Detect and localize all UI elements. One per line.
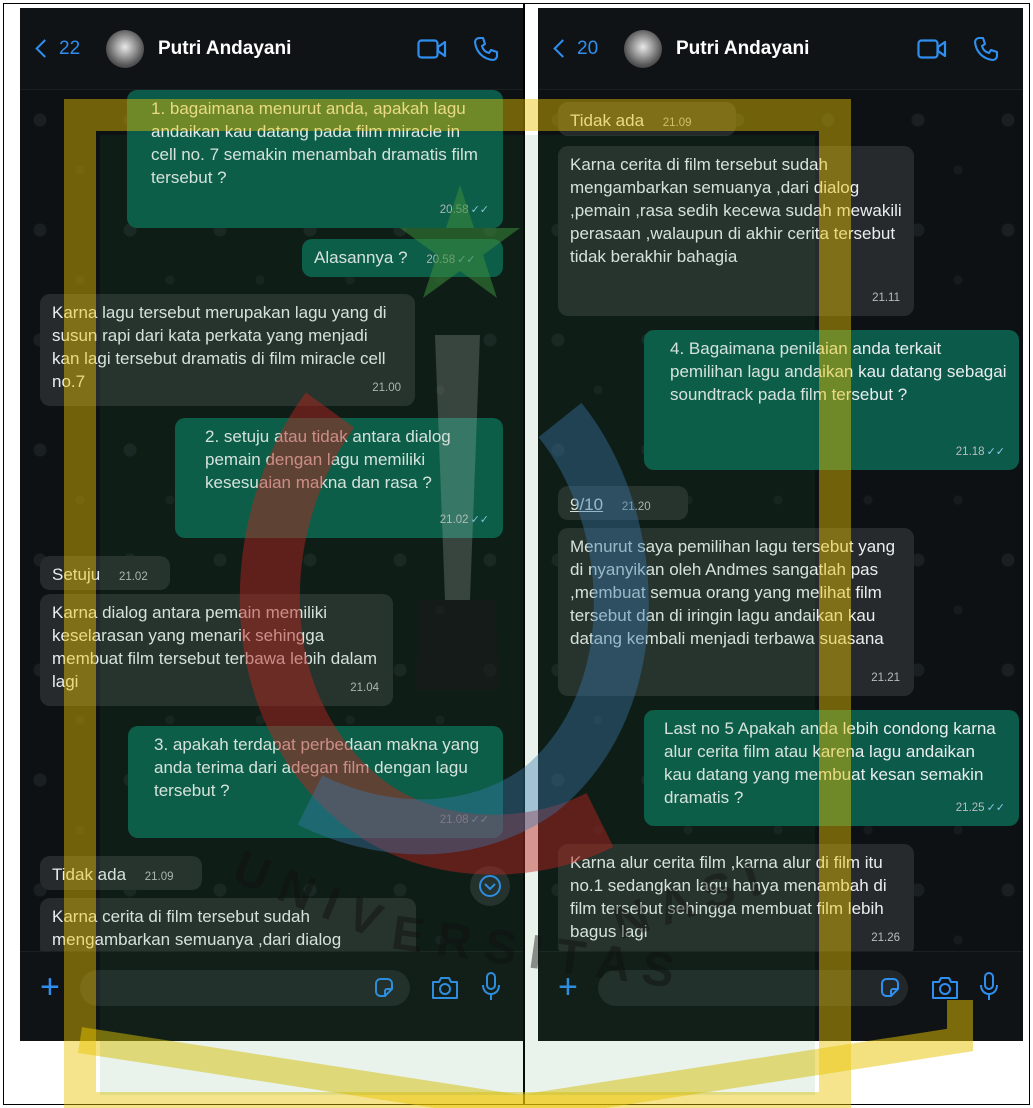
message-incoming[interactable]: Tidak ada 21.09 — [40, 856, 202, 890]
chat-header: 22 Putri Andayani — [20, 8, 523, 90]
scroll-down-button[interactable] — [470, 866, 510, 906]
voice-call-button[interactable] — [469, 32, 503, 66]
message-outgoing[interactable]: Last no 5 Apakah anda lebih condong karn… — [644, 710, 1019, 826]
chat-screenshot-left: 22 Putri Andayani 1. bagaimana menurut a… — [20, 8, 523, 1041]
message-incoming[interactable]: Tidak ada 21.09 — [558, 102, 736, 136]
avatar[interactable] — [106, 29, 144, 68]
column-divider — [523, 3, 525, 1105]
message-incoming[interactable]: Karna dialog antara pemain memiliki kese… — [40, 594, 393, 706]
attach-plus-icon[interactable]: + — [40, 970, 60, 1004]
microphone-icon[interactable] — [978, 971, 1000, 1003]
message-outgoing[interactable]: 2. setuju atau tidak antara dialog pemai… — [175, 418, 503, 538]
message-outgoing[interactable]: 1. bagaimana menurut anda, apakah lagu a… — [127, 90, 503, 228]
video-camera-icon — [417, 38, 447, 59]
chevron-down-icon — [479, 875, 501, 897]
message-outgoing[interactable]: 3. apakah terdapat perbedaan makna yang … — [128, 726, 503, 838]
voice-call-button[interactable] — [969, 32, 1003, 66]
message-incoming[interactable]: Karna cerita di film tersebut sudah meng… — [40, 898, 416, 958]
back-button[interactable]: 20 — [552, 38, 624, 60]
camera-icon[interactable] — [930, 974, 960, 1002]
chevron-left-icon — [35, 39, 54, 58]
phone-icon — [473, 36, 499, 61]
chat-body[interactable]: Tidak ada 21.09 Karna cerita di film ter… — [538, 90, 1023, 956]
message-incoming[interactable]: Karna cerita di film tersebut sudah meng… — [558, 146, 914, 316]
chat-input-bar: + — [20, 951, 523, 1041]
chat-screenshot-right: 20 Putri Andayani Tidak ada 21.09 Karna … — [538, 8, 1023, 1041]
message-input[interactable] — [598, 970, 908, 1006]
message-incoming[interactable]: Karna lagu tersebut merupakan lagu yang … — [40, 294, 415, 406]
unread-count: 20 — [577, 37, 599, 59]
video-call-button[interactable] — [415, 32, 449, 66]
phone-icon — [973, 36, 999, 61]
message-incoming[interactable]: Setuju 21.02 — [40, 556, 170, 590]
sticker-icon[interactable] — [878, 976, 902, 1000]
contact-name[interactable]: Putri Andayani — [158, 38, 415, 60]
message-incoming[interactable]: Menurut saya pemilihan lagu tersebut yan… — [558, 528, 914, 696]
message-incoming[interactable]: 9/10 21.20 — [558, 486, 688, 520]
chevron-left-icon — [553, 39, 572, 58]
chat-body[interactable]: 1. bagaimana menurut anda, apakah lagu a… — [20, 90, 523, 958]
video-camera-icon — [917, 38, 947, 59]
chat-header: 20 Putri Andayani — [538, 8, 1023, 90]
sticker-icon[interactable] — [372, 976, 396, 1000]
avatar[interactable] — [624, 29, 662, 68]
message-incoming[interactable]: Karna alur cerita film ,karna alur di fi… — [558, 844, 914, 956]
chat-input-bar: + — [538, 951, 1023, 1041]
message-outgoing[interactable]: 4. Bagaimana penilaian anda terkait pemi… — [644, 330, 1019, 470]
camera-icon[interactable] — [430, 974, 460, 1002]
back-button[interactable]: 22 — [34, 38, 106, 60]
message-outgoing[interactable]: Alasannya ? 20.58 ✓✓ — [302, 239, 503, 277]
unread-count: 22 — [59, 37, 81, 59]
message-input[interactable] — [80, 970, 410, 1006]
microphone-icon[interactable] — [480, 971, 502, 1003]
attach-plus-icon[interactable]: + — [558, 970, 578, 1004]
contact-name[interactable]: Putri Andayani — [676, 38, 915, 60]
video-call-button[interactable] — [915, 32, 949, 66]
